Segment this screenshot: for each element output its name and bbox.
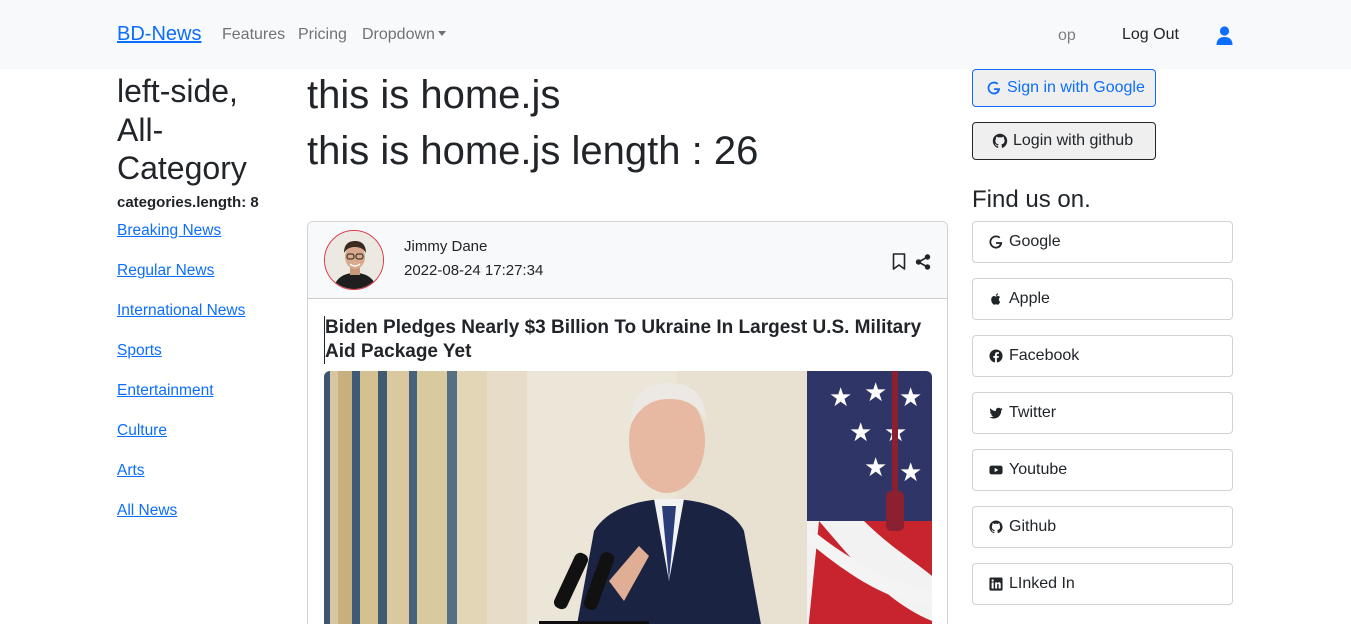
category-link-culture[interactable]: Culture xyxy=(117,422,167,439)
category-link-regular-news[interactable]: Regular News xyxy=(117,262,214,279)
news-photo: ★ ★ ★ ★ ★ ★ ★ xyxy=(324,371,932,624)
caret-down-icon xyxy=(437,31,446,36)
list-item: Sports xyxy=(117,342,245,382)
social-item-google[interactable]: Google xyxy=(972,221,1233,263)
list-item: Breaking News xyxy=(117,222,245,262)
social-label: Github xyxy=(1009,518,1057,535)
home-title: this is home.js xyxy=(307,73,561,117)
social-label: Youtube xyxy=(1009,461,1068,478)
svg-text:★: ★ xyxy=(849,418,872,448)
categories-length: categories.length: 8 xyxy=(117,194,259,211)
youtube-icon xyxy=(989,465,1003,475)
social-label: Facebook xyxy=(1009,347,1080,364)
category-link-international-news[interactable]: International News xyxy=(117,302,245,319)
find-us-title: Find us on. xyxy=(972,186,1091,213)
social-item-github[interactable]: Github xyxy=(972,506,1233,548)
svg-text:★: ★ xyxy=(899,383,922,413)
svg-text:★: ★ xyxy=(899,458,922,488)
github-login-button[interactable]: Login with github xyxy=(972,122,1156,160)
list-item: Culture xyxy=(117,422,245,462)
social-item-apple[interactable]: Apple xyxy=(972,278,1233,320)
nav-pricing-link[interactable]: Pricing xyxy=(298,26,347,44)
nav-dropdown-toggle[interactable]: Dropdown xyxy=(362,26,446,44)
google-signin-button[interactable]: Sign in with Google xyxy=(972,69,1156,107)
list-item: All News xyxy=(117,502,245,542)
category-link-entertainment[interactable]: Entertainment xyxy=(117,382,214,399)
social-item-linkedin[interactable]: LInked In xyxy=(972,563,1233,605)
home-length-title: this is home.js length : 26 xyxy=(307,129,759,173)
nav-features-link[interactable]: Features xyxy=(222,26,285,44)
category-link-arts[interactable]: Arts xyxy=(117,462,145,479)
github-login-label: Login with github xyxy=(1013,132,1134,149)
github-icon xyxy=(992,133,1008,148)
svg-text:★: ★ xyxy=(864,453,887,483)
google-signin-label: Sign in with Google xyxy=(1007,79,1145,96)
news-image: ★ ★ ★ ★ ★ ★ ★ xyxy=(324,371,932,624)
avatar xyxy=(324,230,384,290)
social-item-twitter[interactable]: Twitter xyxy=(972,392,1233,434)
list-item: International News xyxy=(117,302,245,342)
svg-text:★: ★ xyxy=(864,378,887,408)
news-card-header: Jimmy Dane 2022-08-24 17:27:34 xyxy=(308,222,947,299)
svg-text:★: ★ xyxy=(829,383,852,413)
author-name: Jimmy Dane xyxy=(404,238,488,255)
social-label: Apple xyxy=(1009,290,1050,307)
list-item: Entertainment xyxy=(117,382,245,422)
brand-link[interactable]: BD-News xyxy=(117,23,201,46)
category-link-sports[interactable]: Sports xyxy=(117,342,162,359)
published-date: 2022-08-24 17:27:34 xyxy=(404,262,544,279)
navbar: BD-News Features Pricing Dropdown op Log… xyxy=(0,0,1351,69)
twitter-icon xyxy=(989,407,1003,419)
share-icon[interactable] xyxy=(915,254,931,270)
social-item-youtube[interactable]: Youtube xyxy=(972,449,1233,491)
social-label: Twitter xyxy=(1009,404,1057,421)
nav-user-name: op xyxy=(1058,27,1076,44)
list-item: Arts xyxy=(117,462,245,502)
social-item-facebook[interactable]: Facebook xyxy=(972,335,1233,377)
social-label: LInked In xyxy=(1009,575,1075,592)
list-item: Regular News xyxy=(117,262,245,302)
social-list: Google Apple Facebook Twitter Youtube Gi… xyxy=(972,221,1233,620)
left-side-title: left-side, All-Category xyxy=(117,73,247,186)
category-link-all-news[interactable]: All News xyxy=(117,502,177,519)
social-label: Google xyxy=(1009,233,1061,250)
logout-link[interactable]: Log Out xyxy=(1122,26,1179,44)
nav-dropdown-label: Dropdown xyxy=(362,26,435,43)
category-list: Breaking News Regular News International… xyxy=(117,222,245,542)
category-link-breaking-news[interactable]: Breaking News xyxy=(117,222,221,239)
facebook-icon xyxy=(989,349,1003,363)
news-title[interactable]: Biden Pledges Nearly $3 Billion To Ukrai… xyxy=(324,316,934,364)
bookmark-icon[interactable] xyxy=(892,253,906,270)
apple-icon xyxy=(991,293,1001,305)
github-icon xyxy=(989,520,1003,534)
news-card[interactable]: Jimmy Dane 2022-08-24 17:27:34 Biden Ple… xyxy=(307,221,948,624)
linkedin-icon xyxy=(989,577,1003,591)
google-icon xyxy=(989,235,1003,249)
google-icon xyxy=(987,81,1000,95)
user-icon[interactable] xyxy=(1216,26,1233,45)
author-photo xyxy=(325,231,383,289)
